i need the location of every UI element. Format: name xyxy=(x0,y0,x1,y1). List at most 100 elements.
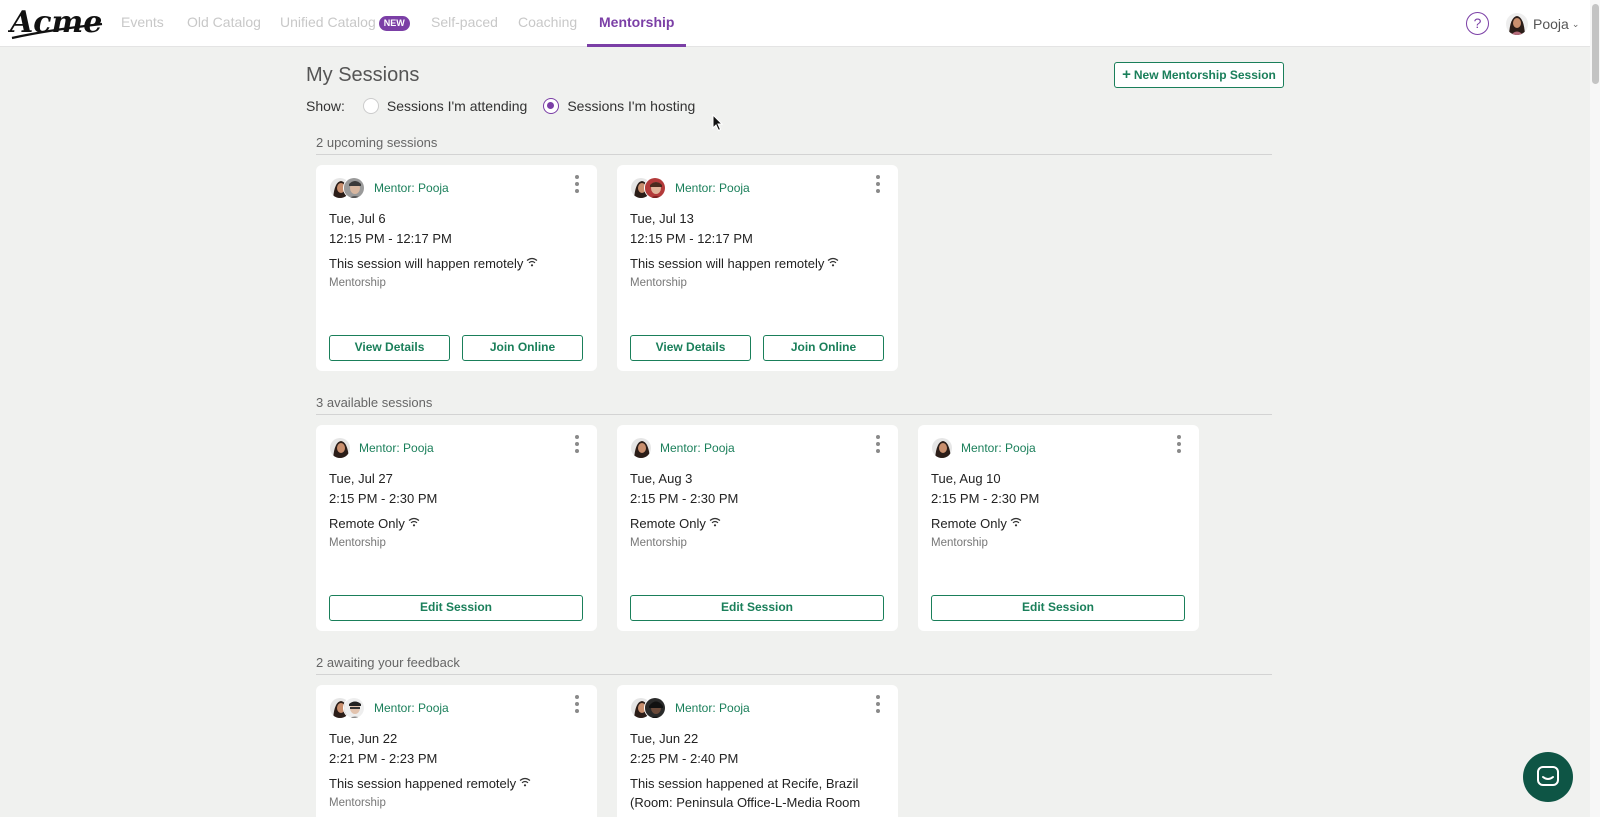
wifi-icon xyxy=(519,777,531,787)
session-date: Tue, Jun 22 xyxy=(630,731,699,746)
chat-bubble-icon[interactable] xyxy=(1523,752,1573,802)
show-filter: Show: Sessions I'm attending Sessions I'… xyxy=(306,98,711,114)
session-time: 2:25 PM - 2:40 PM xyxy=(630,751,739,766)
radio-sessions-hosting[interactable]: Sessions I'm hosting xyxy=(543,98,695,114)
new-mentorship-session-button[interactable]: + New Mentorship Session xyxy=(1114,62,1284,88)
avatar xyxy=(329,437,351,459)
session-time: 12:15 PM - 12:17 PM xyxy=(329,231,452,246)
session-date: Tue, Aug 10 xyxy=(931,471,1001,486)
nav-tab-events[interactable]: Events xyxy=(121,0,164,47)
more-vertical-icon[interactable] xyxy=(874,695,882,713)
more-vertical-icon[interactable] xyxy=(874,435,882,453)
session-location: Remote Only xyxy=(630,514,880,533)
session-card: Mentor: Pooja Tue, Aug 10 2:15 PM - 2:30… xyxy=(918,425,1199,631)
radio-button-selected[interactable] xyxy=(543,98,560,114)
edit-session-button[interactable]: Edit Session xyxy=(329,595,583,621)
session-card: Mentor: Pooja Tue, Jul 13 12:15 PM - 12:… xyxy=(617,165,898,371)
more-vertical-icon[interactable] xyxy=(573,435,581,453)
avatar xyxy=(343,697,365,719)
wifi-icon xyxy=(408,517,420,527)
participant-avatars xyxy=(329,697,365,719)
section-divider xyxy=(316,414,1272,415)
show-label: Show: xyxy=(306,98,345,114)
participant-avatars xyxy=(630,437,652,459)
mentor-label[interactable]: Mentor: Pooja xyxy=(374,701,449,715)
radio-sessions-attending[interactable]: Sessions I'm attending xyxy=(362,98,528,114)
join-online-button[interactable]: Join Online xyxy=(462,335,583,361)
top-navigation: Acme Events Old Catalog Unified Catalog N… xyxy=(0,0,1600,47)
session-time: 2:21 PM - 2:23 PM xyxy=(329,751,438,766)
session-date: Tue, Jun 22 xyxy=(329,731,398,746)
nav-tab-old-catalog[interactable]: Old Catalog xyxy=(187,0,261,47)
location-text: Remote Only xyxy=(630,516,706,531)
session-location: This session happened at Recife, Brazil … xyxy=(630,774,880,812)
participant-avatars xyxy=(931,437,953,459)
nav-tab-unified-catalog[interactable]: Unified Catalog NEW xyxy=(280,0,410,47)
session-time: 2:15 PM - 2:30 PM xyxy=(630,491,739,506)
join-online-button[interactable]: Join Online xyxy=(763,335,884,361)
new-badge: NEW xyxy=(378,16,410,31)
edit-session-button[interactable]: Edit Session xyxy=(931,595,1185,621)
more-vertical-icon[interactable] xyxy=(874,175,882,193)
section-heading-upcoming: 2 upcoming sessions xyxy=(316,135,438,150)
location-text: Remote Only xyxy=(931,516,1007,531)
participant-avatars xyxy=(630,177,666,199)
location-text: This session happened at Recife, Brazil … xyxy=(630,776,861,810)
mentor-label[interactable]: Mentor: Pooja xyxy=(675,181,750,195)
section-divider xyxy=(316,154,1272,155)
session-card: Mentor: Pooja Tue, Aug 3 2:15 PM - 2:30 … xyxy=(617,425,898,631)
section-heading-feedback: 2 awaiting your feedback xyxy=(316,655,460,670)
session-date: Tue, Jul 6 xyxy=(329,211,386,226)
mentor-label[interactable]: Mentor: Pooja xyxy=(374,181,449,195)
scrollbar-track[interactable] xyxy=(1590,0,1600,817)
mentor-label[interactable]: Mentor: Pooja xyxy=(660,441,735,455)
avatar xyxy=(644,177,666,199)
session-card: Mentor: Pooja Tue, Jun 22 2:21 PM - 2:23… xyxy=(316,685,597,817)
session-location: This session will happen remotely xyxy=(630,254,880,273)
section-divider xyxy=(316,674,1272,675)
session-date: Tue, Jul 27 xyxy=(329,471,393,486)
session-card: Mentor: Pooja Tue, Jul 6 12:15 PM - 12:1… xyxy=(316,165,597,371)
session-location: Remote Only xyxy=(931,514,1181,533)
scrollbar-thumb[interactable] xyxy=(1592,4,1599,84)
more-vertical-icon[interactable] xyxy=(1175,435,1183,453)
more-vertical-icon[interactable] xyxy=(573,695,581,713)
mentor-label[interactable]: Mentor: Pooja xyxy=(675,701,750,715)
session-time: 12:15 PM - 12:17 PM xyxy=(630,231,753,246)
view-details-button[interactable]: View Details xyxy=(630,335,751,361)
nav-tab-mentorship[interactable]: Mentorship xyxy=(587,0,687,47)
session-location: Remote Only xyxy=(329,514,579,533)
wifi-icon xyxy=(527,257,538,267)
location-text: This session will happen remotely xyxy=(630,256,825,271)
session-category: Mentorship xyxy=(931,537,988,549)
chevron-down-icon: ⌄ xyxy=(1571,18,1580,29)
view-details-button[interactable]: View Details xyxy=(329,335,450,361)
user-menu[interactable]: Pooja ⌄ xyxy=(1506,12,1579,36)
radio-label-hosting: Sessions I'm hosting xyxy=(567,98,696,114)
session-category: Mentorship xyxy=(329,277,386,289)
new-session-label: New Mentorship Session xyxy=(1133,68,1276,82)
plus-icon: + xyxy=(1122,66,1131,83)
session-location: This session will happen remotely xyxy=(329,254,579,273)
mentor-label[interactable]: Mentor: Pooja xyxy=(359,441,434,455)
nav-tab-self-paced[interactable]: Self-paced xyxy=(431,0,498,47)
edit-session-button[interactable]: Edit Session xyxy=(630,595,884,621)
nav-tab-coaching[interactable]: Coaching xyxy=(518,0,577,47)
help-icon[interactable]: ? xyxy=(1466,12,1489,35)
session-category: Mentorship xyxy=(630,537,687,549)
avatar xyxy=(1506,13,1528,35)
radio-button[interactable] xyxy=(362,98,379,114)
session-location: This session happened remotely xyxy=(329,774,579,793)
mentor-label[interactable]: Mentor: Pooja xyxy=(961,441,1036,455)
wifi-icon xyxy=(709,517,721,527)
avatar xyxy=(343,177,365,199)
radio-label-attending: Sessions I'm attending xyxy=(386,98,528,114)
session-card: Mentor: Pooja Tue, Jun 22 2:25 PM - 2:40… xyxy=(617,685,898,817)
more-vertical-icon[interactable] xyxy=(573,175,581,193)
acme-logo[interactable]: Acme xyxy=(7,0,104,46)
avatar xyxy=(644,697,666,719)
location-text: This session will happen remotely xyxy=(329,256,524,271)
avatar xyxy=(931,437,953,459)
location-text: Remote Only xyxy=(329,516,405,531)
session-category: Mentorship xyxy=(329,537,386,549)
